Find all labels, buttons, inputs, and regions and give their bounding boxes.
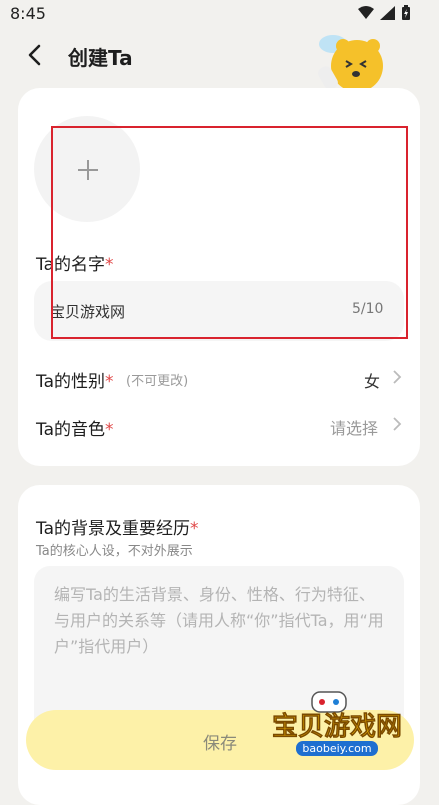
voice-label: Ta的音色* (36, 420, 114, 440)
gender-hint: (不可更改) (126, 374, 189, 389)
status-time: 8:45 (10, 4, 46, 23)
watermark-logo: 宝贝游戏网 baobeiy.com (272, 691, 402, 756)
background-subtitle: Ta的核心人设，不对外展示 (36, 544, 193, 559)
gender-label: Ta的性别* (36, 372, 114, 392)
chevron-right-icon (393, 417, 402, 431)
gender-value: 女 (364, 372, 381, 391)
svg-text:baobeiy.com: baobeiy.com (302, 742, 371, 755)
plus-icon (78, 160, 98, 180)
name-label: Ta的名字* (36, 255, 114, 275)
background-placeholder: 编写Ta的生活背景、身份、性格、行为特征、与用户的关系等（请用人称“你”指代Ta… (54, 585, 384, 656)
signal-icon (380, 6, 395, 20)
status-icons (358, 5, 411, 21)
name-input-value: 宝贝游戏网 (50, 303, 126, 321)
chevron-right-icon (393, 370, 402, 384)
wifi-icon (358, 6, 374, 19)
background-label: Ta的背景及重要经历* (36, 519, 199, 539)
back-icon[interactable] (24, 43, 46, 67)
page-title: 创建Ta (68, 46, 133, 70)
voice-select-value: 请选择 (330, 419, 379, 438)
name-char-counter: 5/10 (352, 301, 384, 317)
svg-text:宝贝游戏网: 宝贝游戏网 (272, 711, 402, 742)
battery-icon (402, 5, 410, 20)
